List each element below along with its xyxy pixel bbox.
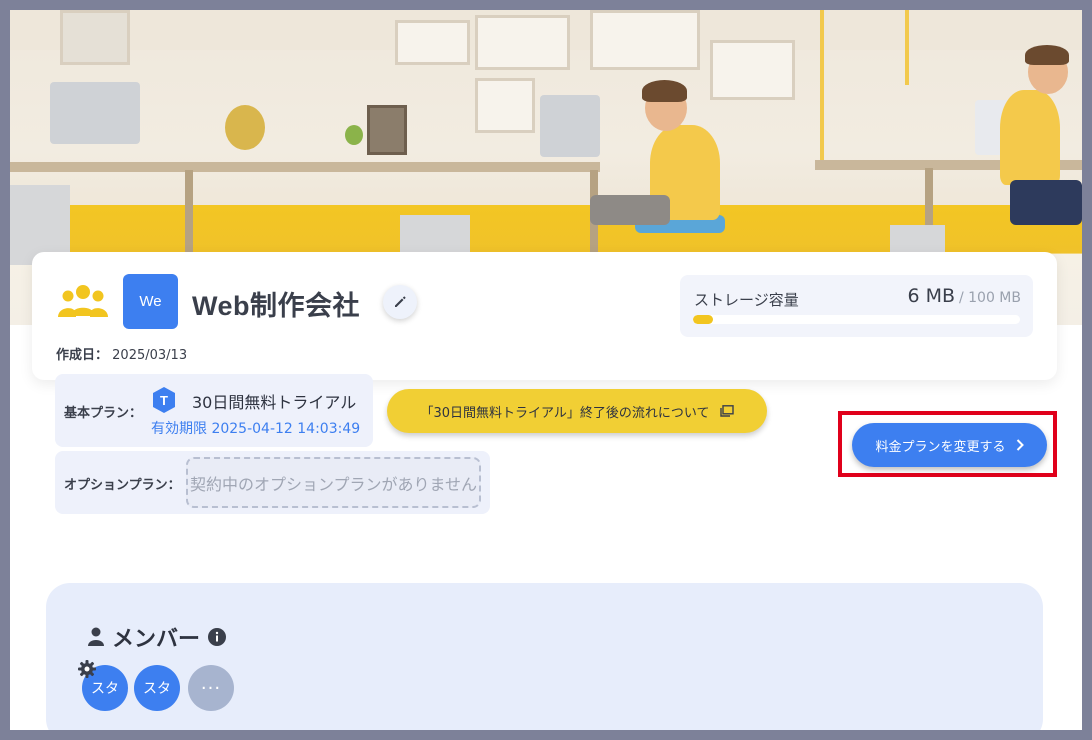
created-date: 作成日： 2025/03/13 — [56, 344, 187, 363]
app-frame: We Web制作会社 作成日： 2025/03/13 ストレージ容量 6 MB … — [10, 10, 1082, 730]
trial-flow-info-label: 「30日間無料トライアル」終了後の流れについて — [420, 405, 710, 421]
company-name: Web制作会社 — [192, 291, 361, 321]
created-date-value: 2025/03/13 — [112, 348, 188, 363]
trial-badge-icon: T — [153, 387, 175, 413]
external-window-icon — [719, 405, 734, 417]
storage-usage-panel: ストレージ容量 6 MB / 100 MB — [680, 275, 1033, 337]
storage-used: 6 MB — [907, 285, 955, 307]
member-avatar[interactable]: スタ — [134, 665, 180, 711]
storage-label: ストレージ容量 — [694, 291, 799, 309]
plan-expiry: 有効期限 2025-04-12 14:03:49 — [151, 421, 361, 437]
edit-company-name-button[interactable] — [383, 285, 417, 319]
option-plan-label: オプションプラン： — [64, 478, 181, 493]
option-plan-panel: オプションプラン： 契約中のオプションプランがありません — [55, 451, 490, 514]
team-icon — [58, 285, 108, 317]
plan-name: 30日間無料トライアル — [192, 393, 357, 412]
pencil-icon — [395, 296, 406, 307]
created-date-label: 作成日： — [56, 348, 109, 363]
storage-progress-bar — [693, 315, 1020, 324]
basic-plan-label: 基本プラン： — [64, 406, 143, 421]
change-plan-button[interactable]: 料金プランを変更する — [852, 423, 1047, 467]
members-panel — [46, 583, 1043, 730]
gear-icon — [78, 660, 96, 678]
members-header: メンバー — [88, 621, 227, 653]
change-plan-label: 料金プランを変更する — [875, 439, 1006, 455]
storage-progress-fill — [693, 315, 713, 324]
user-icon — [88, 627, 104, 646]
info-icon[interactable] — [208, 628, 227, 646]
basic-plan-panel: 基本プラン： T 30日間無料トライアル 有効期限 2025-04-12 14:… — [55, 374, 373, 447]
chevron-right-icon — [1016, 439, 1024, 451]
svg-text:T: T — [160, 393, 168, 408]
storage-total: / 100 MB — [958, 290, 1021, 306]
members-title: メンバー — [112, 626, 201, 651]
more-members-button[interactable]: ··· — [188, 665, 234, 711]
trial-flow-info-button[interactable]: 「30日間無料トライアル」終了後の流れについて — [387, 389, 767, 433]
company-avatar: We — [123, 274, 178, 329]
option-plan-empty: 契約中のオプションプランがありません — [186, 457, 481, 508]
